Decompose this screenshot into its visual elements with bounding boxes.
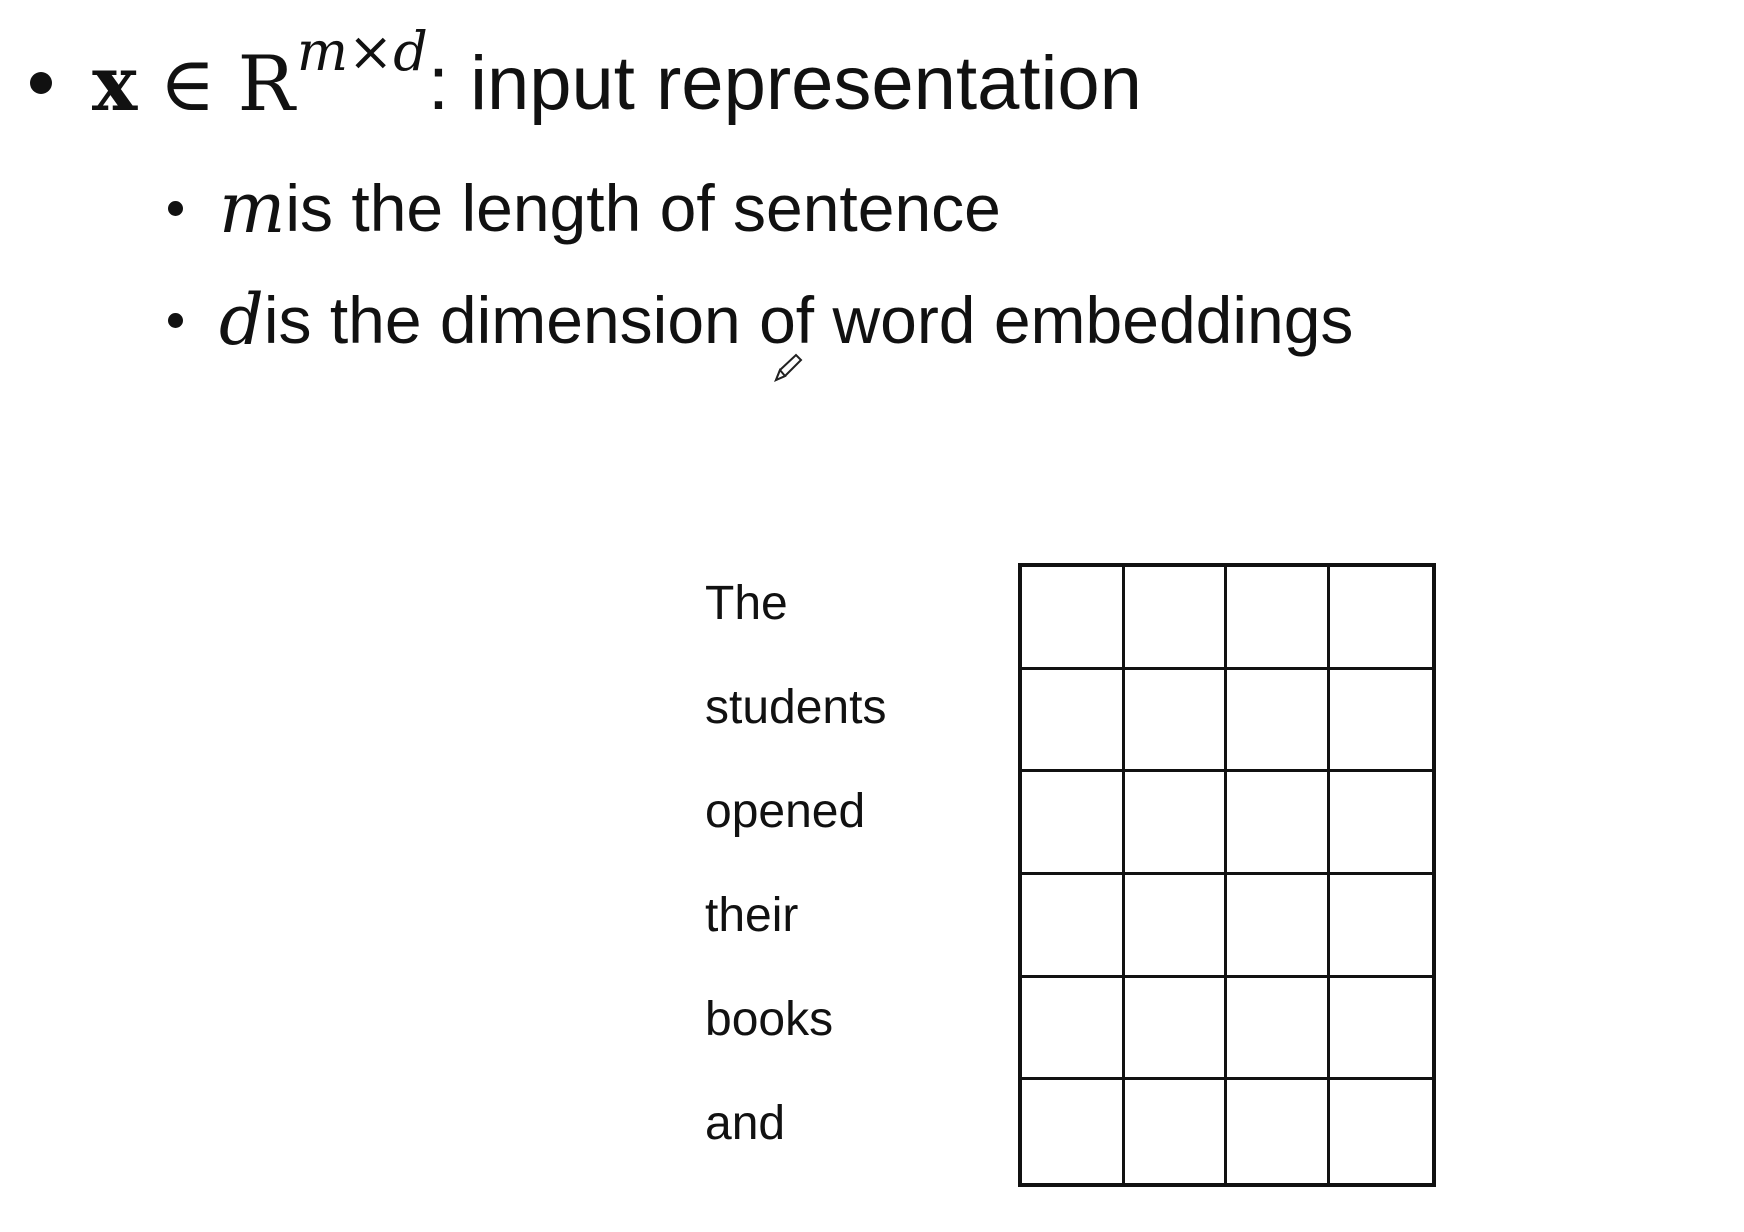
bullet-dot-icon [30, 72, 52, 94]
bullet-dot-icon [168, 200, 183, 216]
word-label-students: students [705, 680, 887, 734]
main-bullet: x ∈ R m×d : input representation [30, 20, 1142, 138]
word-label-and: and [705, 1096, 786, 1150]
math-x: x [92, 38, 138, 128]
matrix-cell [1227, 669, 1330, 773]
matrix-cell [1124, 567, 1227, 670]
matrix-cell [1329, 567, 1432, 670]
matrix-cell [1124, 669, 1227, 773]
matrix-cell [1227, 772, 1330, 875]
matrix-cell [1329, 875, 1432, 978]
matrix-cell [1022, 874, 1125, 978]
matrix-cell [1022, 567, 1125, 670]
matrix-cell [1330, 1080, 1433, 1183]
bullet-dot-icon [168, 312, 183, 328]
math-set-r: R [237, 38, 295, 128]
math-superscript: m×d [296, 19, 428, 83]
matrix-cell [1227, 874, 1330, 978]
sub-bullet-d-text: is the dimension of word embeddings [263, 283, 1354, 357]
matrix-cell [1125, 1080, 1227, 1183]
sub-bullet-d: d is the dimension of word embeddings [168, 270, 1353, 370]
matrix-cell [1227, 567, 1330, 670]
sub-bullet-m-text: is the length of sentence [285, 171, 1001, 245]
word-label-the: The [705, 576, 788, 630]
matrix-cell [1329, 670, 1432, 773]
matrix-cell [1022, 977, 1125, 1081]
math-m: m [219, 167, 286, 249]
word-label-books: books [705, 992, 834, 1046]
main-bullet-text: : input representation [427, 40, 1142, 126]
matrix-cell [1124, 874, 1227, 978]
pen-cursor-icon [774, 353, 803, 382]
sub-bullet-m: m is the length of sentence [168, 158, 1001, 258]
matrix-cell [1022, 669, 1125, 773]
math-element-of: ∈ [159, 38, 216, 128]
matrix-cell [1022, 772, 1125, 875]
matrix-cell [1124, 772, 1227, 875]
embedding-matrix-grid [1018, 563, 1436, 1187]
matrix-cell [1227, 977, 1330, 1081]
matrix-cell [1329, 772, 1432, 875]
math-d: d [219, 279, 264, 361]
matrix-cell [1227, 1080, 1330, 1183]
matrix-cell [1124, 977, 1227, 1081]
matrix-cell [1022, 1080, 1125, 1183]
word-label-opened: opened [705, 784, 866, 838]
word-label-their: their [705, 888, 799, 942]
matrix-cell [1329, 978, 1432, 1081]
